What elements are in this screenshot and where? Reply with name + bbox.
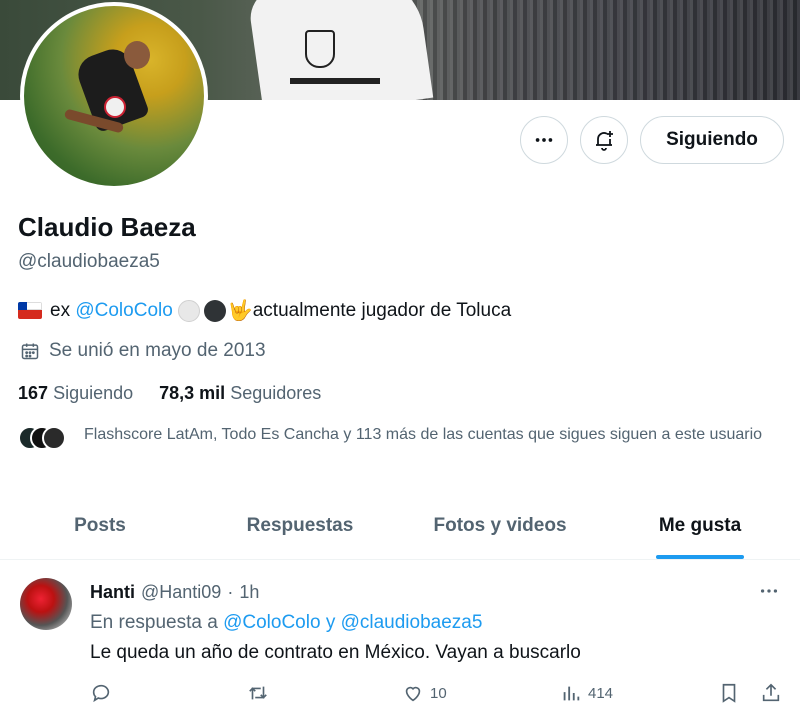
reply-button[interactable]	[90, 682, 112, 704]
retweet-icon	[249, 686, 267, 700]
profile-handle: @claudiobaeza5	[18, 251, 160, 272]
tweet-more-button[interactable]	[758, 580, 780, 607]
tweet-time[interactable]: 1h	[239, 582, 259, 603]
tab-label: Posts	[74, 515, 126, 536]
more-options-button[interactable]	[520, 116, 568, 164]
joined-text: Se unió en mayo de 2013	[49, 340, 266, 361]
heart-icon	[405, 686, 421, 702]
more-horizontal-icon	[760, 589, 778, 593]
white-circle-icon	[177, 299, 200, 322]
banner-crowd	[400, 0, 800, 100]
tweet-reply-context: En respuesta a @ColoColo y @claudiobaeza…	[90, 612, 482, 634]
like-count: 10	[430, 684, 447, 702]
views-chart-icon	[563, 686, 580, 701]
bio-mention-link[interactable]: @ColoColo	[75, 300, 172, 322]
known-followers-avatars	[18, 426, 70, 454]
profile-stats: 167 Siguiendo 78,3 mil Seguidores	[18, 383, 321, 404]
calendar-icon	[21, 343, 39, 360]
reply-prefix: En respuesta a	[90, 612, 218, 633]
tab-label: Fotos y videos	[433, 515, 567, 536]
bookmark-icon	[722, 683, 736, 703]
bio-suffix: actualmente jugador de Toluca	[252, 299, 512, 321]
profile-bio: ex @ColoColo 🤟 actualmente jugador de To…	[18, 298, 511, 323]
reply-mentions-link[interactable]: @ColoColo y @claudiobaeza5	[223, 612, 482, 633]
profile-tabs: Posts Respuestas Fotos y videos Me gusta	[0, 497, 800, 560]
tweet-text: Le queda un año de contrato en México. V…	[90, 642, 581, 663]
more-horizontal-icon	[535, 138, 553, 142]
share-icon	[762, 683, 780, 702]
tab-media[interactable]: Fotos y videos	[400, 497, 600, 559]
bell-plus-icon	[596, 131, 613, 151]
active-tab-indicator	[656, 555, 744, 559]
following-stat-link[interactable]: 167 Siguiendo	[18, 383, 133, 404]
avatar-ball	[104, 96, 126, 118]
tweet-separator: ·	[227, 582, 234, 602]
tweet-actions: 10 414	[90, 682, 790, 708]
followers-label: Seguidores	[230, 383, 322, 403]
black-circle-icon	[203, 299, 226, 322]
views-button[interactable]: 414	[560, 682, 613, 704]
share-button[interactable]	[760, 682, 782, 704]
bookmark-button[interactable]	[718, 682, 740, 704]
tab-posts[interactable]: Posts	[0, 497, 200, 559]
notifications-button[interactable]	[580, 116, 628, 164]
shirt-number	[290, 78, 380, 100]
followers-stat-link[interactable]: 78,3 mil Seguidores	[159, 383, 321, 404]
views-count: 414	[588, 684, 614, 702]
mini-avatar	[42, 426, 66, 450]
tweet-author-handle[interactable]: @Hanti09	[141, 582, 221, 603]
following-button[interactable]: Siguiendo	[640, 116, 784, 164]
tab-label: Me gusta	[658, 515, 742, 536]
chile-flag-icon	[18, 302, 42, 319]
known-followers-text: Flashscore LatAm, Todo Es Cancha y 113 m…	[84, 426, 763, 443]
reply-icon	[92, 684, 110, 703]
shirt-crest	[305, 30, 335, 68]
like-button[interactable]: 10	[402, 682, 447, 704]
avatar-player-head	[124, 41, 150, 69]
tab-label: Respuestas	[246, 515, 354, 536]
tweet-author-name[interactable]: Hanti	[90, 582, 135, 603]
tab-replies[interactable]: Respuestas	[200, 497, 400, 559]
tweet[interactable]: Hanti @Hanti09 · 1h En respuesta a @Colo…	[0, 562, 800, 716]
following-label: Siguiendo	[53, 383, 134, 403]
bio-prefix: ex	[50, 299, 71, 321]
known-followers-link[interactable]: Flashscore LatAm, Todo Es Cancha y 113 m…	[18, 424, 788, 454]
tweet-avatar[interactable]	[20, 578, 72, 630]
joined-date: Se unió en mayo de 2013	[20, 340, 266, 362]
following-count: 167	[18, 383, 49, 403]
tweet-header: Hanti @Hanti09 · 1h	[90, 582, 259, 603]
rock-hand-icon: 🤟	[227, 300, 253, 322]
profile-name: Claudio Baeza	[18, 212, 196, 242]
followers-count: 78,3 mil	[159, 383, 226, 403]
tab-likes[interactable]: Me gusta	[600, 497, 800, 559]
retweet-button[interactable]	[246, 682, 270, 704]
profile-avatar[interactable]	[20, 2, 208, 190]
